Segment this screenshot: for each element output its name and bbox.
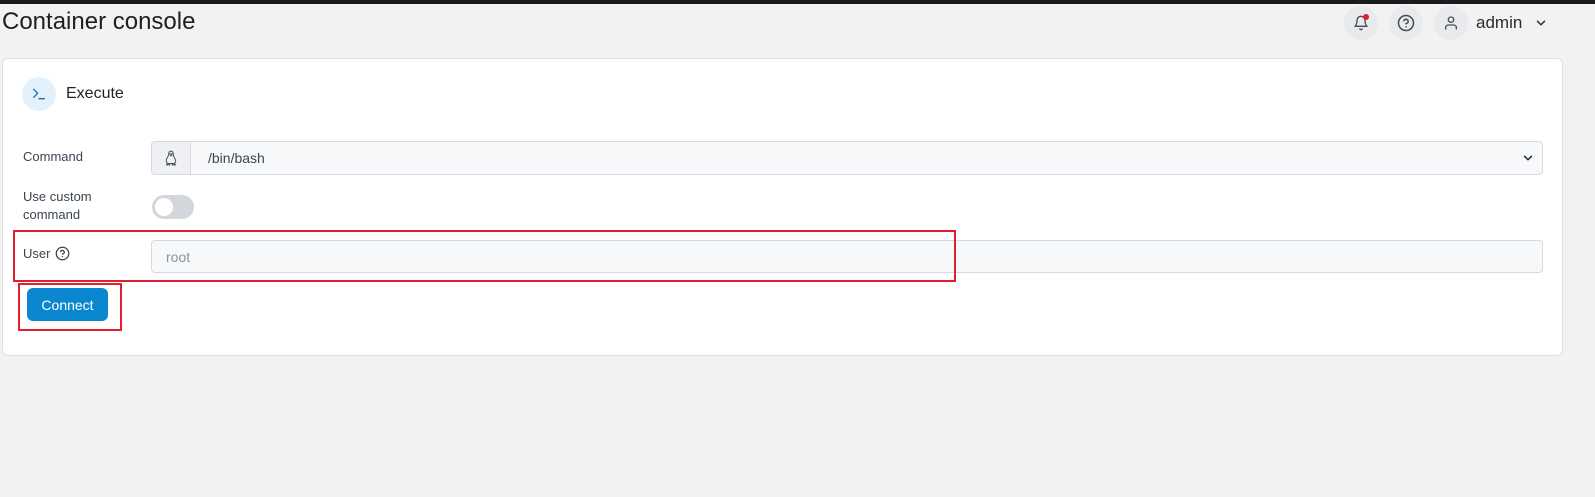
chevron-down-icon (1537, 20, 1546, 26)
card-title: Execute (66, 85, 124, 102)
custom-command-label-line1: Use custom (23, 189, 92, 204)
help-circle-icon (1397, 14, 1415, 32)
custom-command-toggle[interactable] (152, 195, 194, 219)
user-label: User (23, 246, 51, 261)
toggle-knob (155, 198, 173, 216)
user-menu[interactable]: admin (1468, 6, 1548, 40)
notification-dot (1363, 14, 1369, 20)
help-circle-icon[interactable] (55, 246, 70, 261)
linux-icon (152, 142, 191, 174)
command-label: Command (23, 149, 83, 164)
custom-command-label: Use custom command (23, 188, 92, 224)
header: Container console admin (0, 4, 1595, 46)
user-label-row: User (23, 246, 70, 261)
user-input[interactable] (151, 240, 1543, 273)
custom-command-label-line2: command (23, 207, 81, 222)
command-select[interactable]: /bin/bash (151, 141, 1543, 175)
notifications-button[interactable] (1344, 6, 1378, 40)
chevron-down-icon (1514, 142, 1542, 174)
command-select-value: /bin/bash (208, 150, 265, 166)
card-header: Execute (22, 77, 124, 111)
terminal-icon (22, 77, 56, 111)
help-button[interactable] (1389, 6, 1423, 40)
connect-button[interactable]: Connect (27, 288, 108, 321)
execute-card: Execute Command /bin/bash Use custom com… (2, 58, 1563, 356)
user-avatar[interactable] (1434, 6, 1468, 40)
user-icon (1445, 16, 1457, 30)
page-title: Container console (2, 8, 196, 35)
user-name: admin (1476, 13, 1523, 32)
